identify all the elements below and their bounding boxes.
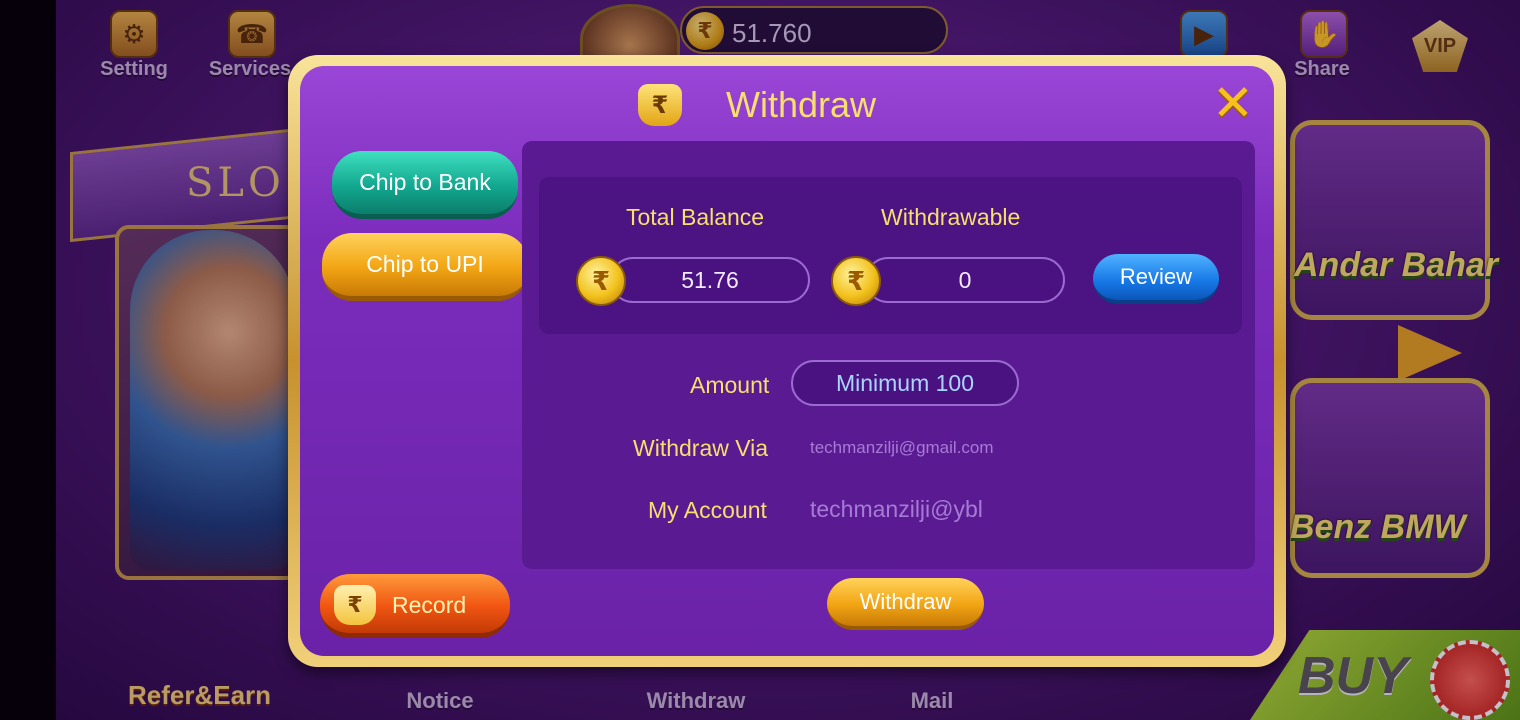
money-bag-icon: ₹: [638, 84, 682, 126]
rupee-coin-icon: ₹: [576, 256, 626, 306]
tab-chip-to-bank[interactable]: Chip to Bank: [332, 151, 518, 219]
money-bag-icon: ₹: [334, 585, 376, 625]
amount-label: Amount: [690, 372, 770, 398]
modal-title: Withdraw: [726, 84, 877, 125]
withdrawable-label: Withdrawable: [881, 204, 1021, 230]
withdraw-button[interactable]: Withdraw: [827, 578, 984, 630]
total-balance-field: 51.76: [610, 257, 810, 303]
review-button[interactable]: Review: [1093, 254, 1219, 304]
withdraw-via-label: Withdraw Via: [633, 435, 769, 461]
close-icon[interactable]: ✕: [1210, 75, 1256, 131]
amount-placeholder: Minimum 100: [835, 370, 975, 396]
withdraw-via-value: techmanzilji@gmail.com: [810, 438, 994, 457]
total-balance-label: Total Balance: [626, 204, 765, 230]
rupee-coin-icon: ₹: [831, 256, 881, 306]
tab-chip-to-upi[interactable]: Chip to UPI: [322, 233, 528, 301]
withdrawable-field: 0: [865, 257, 1065, 303]
my-account-value: techmanzilji@ybl: [810, 496, 983, 522]
my-account-label: My Account: [648, 497, 767, 523]
record-button-label: Record: [392, 592, 467, 618]
